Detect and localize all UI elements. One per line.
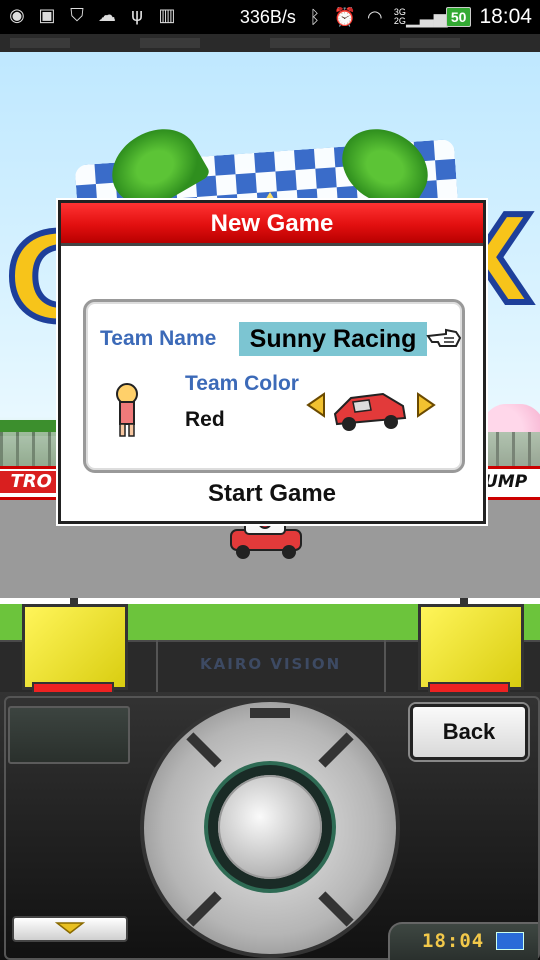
bluetooth-icon: ᛒ (309, 6, 321, 28)
mobile-signal-icon: ▁▃▅ (406, 6, 448, 28)
chevron-down-icon (54, 921, 86, 934)
notification-icons: ◉ ▣ ⛉ ☁ ψ ▥ (6, 4, 178, 26)
team-member-sprite (116, 383, 138, 437)
dialog-title: New Game (210, 210, 334, 237)
color-prev-arrow-icon[interactable] (306, 392, 326, 418)
menu-toggle-button[interactable] (12, 916, 128, 942)
team-color-label: Team Color (185, 372, 299, 395)
game-icon: ◉ (9, 4, 25, 26)
dpad-center-button[interactable] (218, 775, 322, 879)
wifi-icon: ◠ (367, 6, 383, 28)
status-time: 18:04 (479, 5, 532, 28)
usb-icon: ψ (131, 4, 143, 26)
system-status: 336B/s ᛒ ⏰ ◠ 3G 2G ▁▃▅ 50 18:04 (240, 5, 532, 29)
back-button[interactable]: Back (410, 704, 528, 760)
start-game-button[interactable]: Start Game (61, 480, 483, 508)
speaker-box-left (22, 604, 128, 690)
strip-segment (400, 38, 460, 48)
strip-segment (140, 38, 200, 48)
signal-bars-icon: ▥ (158, 4, 176, 26)
shield-icon: ⛉ (70, 4, 84, 26)
banner-right-text: UMP (484, 472, 528, 492)
team-color-value: Red (185, 408, 225, 431)
gallery-icon: ▣ (38, 4, 56, 26)
team-name-field[interactable]: Sunny Racing (239, 322, 427, 356)
team-name-label: Team Name (100, 327, 217, 350)
dpad-up-divider (250, 708, 290, 718)
cloud-icon: ☁ (98, 4, 116, 26)
game-clock: 18:04 (422, 930, 485, 952)
panel-divider (156, 640, 158, 692)
battery-charging-icon (496, 932, 524, 950)
panel-divider (384, 640, 386, 692)
top-strip (0, 34, 540, 54)
speaker-box-knob (70, 598, 78, 606)
net-speed: 336B/s (239, 6, 296, 27)
brand-logo: KAIRO VISION (200, 655, 342, 673)
speaker-box-knob (460, 598, 468, 606)
status-slot (8, 706, 130, 764)
color-next-arrow-icon[interactable] (416, 392, 436, 418)
new-game-dialog: New Game Team Name Sunny Racing Team Col… (58, 200, 486, 524)
strip-segment (10, 38, 70, 48)
team-settings-panel: Team Name Sunny Racing Team Color Red (83, 299, 465, 473)
pointing-hand-icon (426, 328, 462, 347)
strip-segment (270, 38, 330, 48)
status-bar: ◉ ▣ ⛉ ☁ ψ ▥ 336B/s ᛒ ⏰ ◠ 3G 2G ▁▃▅ 50 18… (0, 0, 540, 34)
car-color-preview (333, 392, 407, 431)
battery-icon: 50 (445, 7, 472, 27)
banner-left-text: TRO (0, 471, 56, 493)
alarm-icon: ⏰ (333, 6, 357, 28)
dialog-header: New Game (61, 203, 483, 246)
speaker-box-right (418, 604, 524, 690)
